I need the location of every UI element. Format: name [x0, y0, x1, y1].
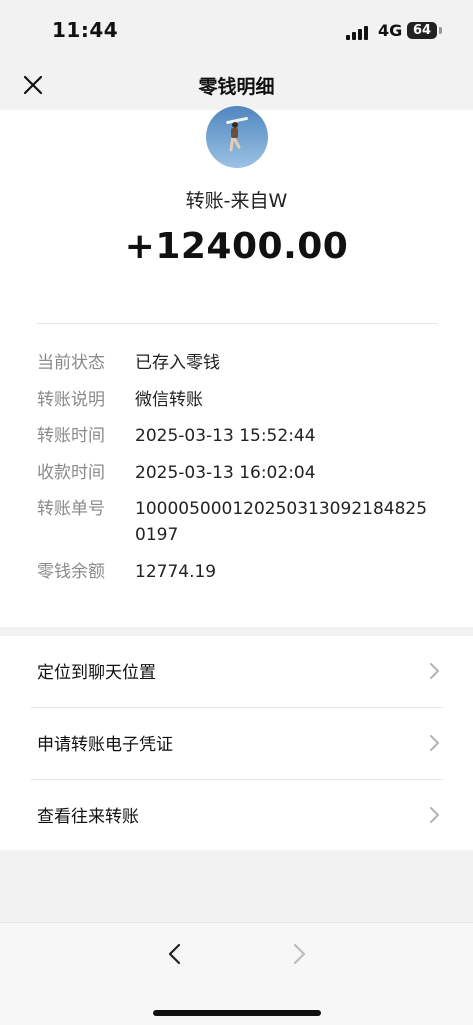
divider — [37, 323, 438, 324]
action-menu: 定位到聊天位置 申请转账电子凭证 查看往来转账 — [0, 636, 473, 850]
page-title: 零钱明细 — [198, 76, 275, 98]
detail-value: 12774.19 — [135, 562, 217, 582]
browser-bottom-bar — [0, 922, 473, 1025]
detail-key: 转账说明 — [37, 390, 105, 410]
detail-value: 2025-03-13 15:52:44 — [135, 426, 316, 446]
detail-key: 转账单号 — [37, 499, 105, 519]
status-bar: 11:44 4G 64 — [0, 0, 473, 60]
chevron-right-icon — [429, 661, 441, 681]
transfer-source: 转账-来自W — [185, 190, 288, 212]
chevron-right-icon — [429, 805, 441, 825]
chevron-right-icon — [429, 733, 441, 753]
chevron-left-icon[interactable] — [164, 943, 186, 965]
detail-value: 100005000120250313092184825 0197 — [135, 499, 428, 545]
menu-apply-voucher[interactable]: 申请转账电子凭证 — [0, 708, 473, 779]
detail-key: 零钱余额 — [37, 562, 105, 582]
detail-key: 转账时间 — [37, 426, 105, 446]
signal-icon — [346, 24, 372, 40]
menu-item-label: 定位到聊天位置 — [37, 663, 156, 683]
avatar — [206, 106, 268, 168]
detail-value: 已存入零钱 — [135, 353, 220, 373]
detail-key: 收款时间 — [37, 463, 105, 483]
battery-icon: 64 — [407, 22, 437, 39]
status-time: 11:44 — [52, 18, 119, 42]
chevron-right-icon — [288, 943, 310, 965]
home-indicator — [153, 1010, 321, 1016]
transfer-detail-card: 转账-来自W +12400.00 当前状态 已存入零钱 转账说明 微信转账 转账… — [0, 106, 473, 627]
transfer-amount: +12400.00 — [124, 226, 349, 267]
menu-item-label: 查看往来转账 — [37, 807, 139, 827]
detail-value: 2025-03-13 16:02:04 — [135, 463, 316, 483]
detail-key: 当前状态 — [37, 353, 105, 373]
network-type: 4G — [378, 21, 403, 40]
menu-view-transfers[interactable]: 查看往来转账 — [0, 780, 473, 851]
menu-locate-chat[interactable]: 定位到聊天位置 — [0, 636, 473, 707]
nav-bar: 零钱明细 — [0, 60, 473, 110]
battery-cap — [439, 27, 442, 34]
menu-item-label: 申请转账电子凭证 — [37, 735, 173, 755]
detail-value: 微信转账 — [135, 390, 203, 410]
